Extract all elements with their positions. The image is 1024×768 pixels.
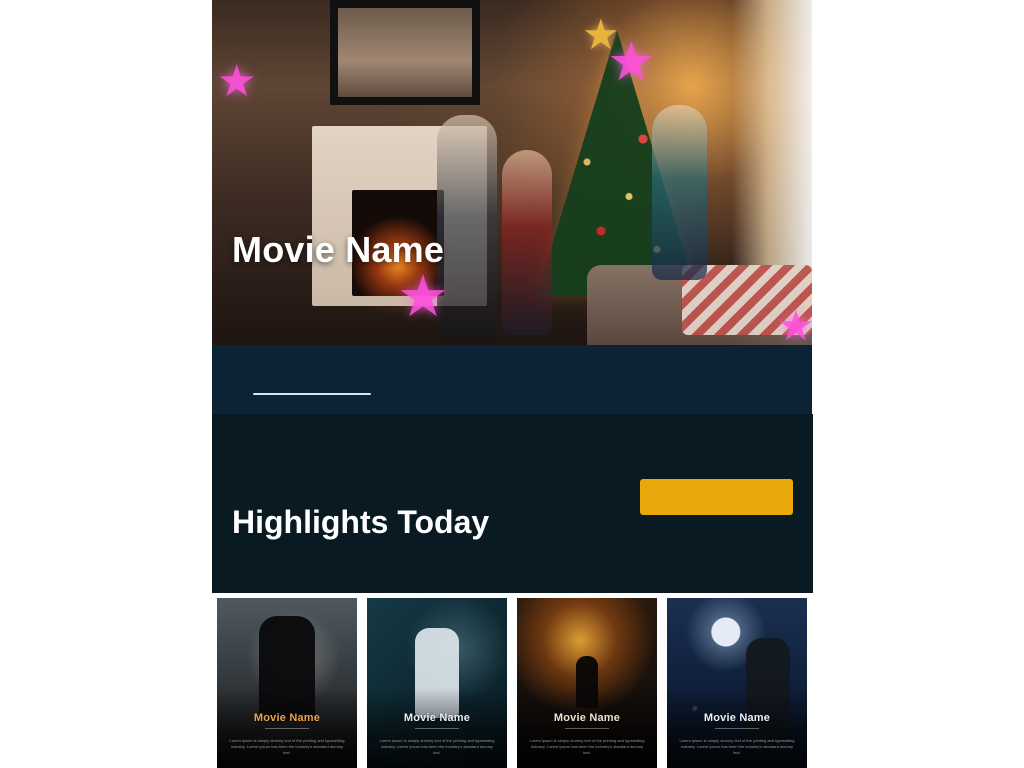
star-icon: ★	[397, 264, 449, 329]
highlights-action-button[interactable]	[640, 479, 793, 515]
poster-card[interactable]: Movie Name Lorem ipsum is simply dummy t…	[367, 598, 507, 768]
poster-description: Lorem ipsum is simply dummy text of the …	[679, 738, 795, 755]
posters-row: Movie Name Lorem ipsum is simply dummy t…	[212, 593, 812, 768]
hero-mirror	[330, 0, 480, 105]
nav-strip	[212, 345, 812, 414]
active-nav-indicator[interactable]	[253, 393, 371, 395]
poster-divider	[265, 728, 309, 729]
poster-description: Lorem ipsum is simply dummy text of the …	[379, 738, 495, 755]
poster-title: Movie Name	[403, 712, 471, 724]
star-icon: ★	[217, 57, 257, 106]
highlights-section: Highlights Today	[212, 414, 813, 593]
poster-card[interactable]: Movie Name Lorem ipsum is simply dummy t…	[667, 598, 807, 768]
star-icon: ★	[607, 32, 656, 92]
hero-person	[652, 105, 707, 280]
hero-person	[502, 150, 552, 335]
content-column: ★ ★ ★ ★ ★ Movie Name Highlights Today Mo…	[212, 0, 813, 768]
page: ★ ★ ★ ★ ★ Movie Name Highlights Today Mo…	[0, 0, 1024, 768]
star-icon: ★	[777, 302, 812, 346]
poster-divider	[415, 728, 459, 729]
poster-description: Lorem ipsum is simply dummy text of the …	[529, 738, 645, 755]
poster-divider	[715, 728, 759, 729]
poster-divider	[565, 728, 609, 729]
poster-title: Movie Name	[703, 712, 771, 724]
poster-title: Movie Name	[553, 712, 621, 724]
highlights-heading: Highlights Today	[232, 503, 490, 540]
poster-description: Lorem ipsum is simply dummy text of the …	[229, 738, 345, 755]
poster-title: Movie Name	[253, 712, 321, 724]
poster-card[interactable]: Movie Name Lorem ipsum is simply dummy t…	[217, 598, 357, 768]
hero-banner[interactable]: ★ ★ ★ ★ ★ Movie Name	[212, 0, 812, 345]
poster-card[interactable]: Movie Name Lorem ipsum is simply dummy t…	[517, 598, 657, 768]
hero-title: Movie Name	[232, 229, 445, 271]
